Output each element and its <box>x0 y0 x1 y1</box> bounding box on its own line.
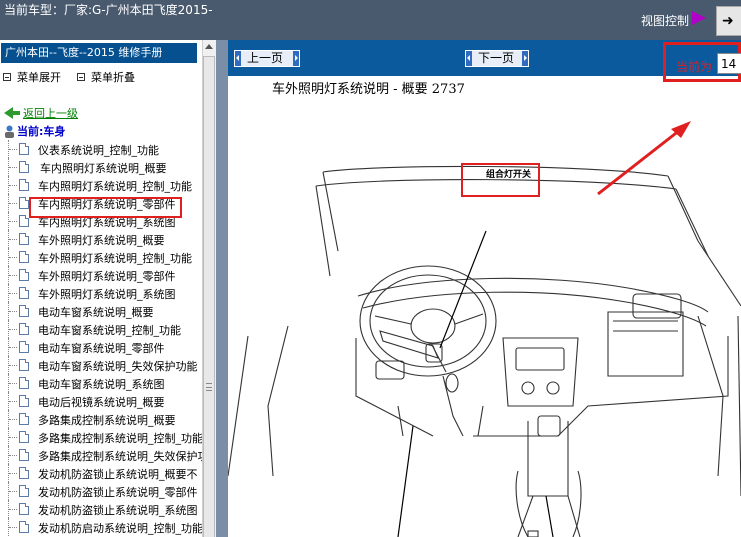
collapse-all-label: 菜单折叠 <box>91 71 135 84</box>
tree-item[interactable]: 车内照明灯系统说明_控制_功能 <box>0 176 204 194</box>
tree-item-label: 发动机防盗锁止系统说明_零部件 <box>38 486 198 499</box>
tree-item[interactable]: 发动机防盗锁止系统说明_系统图 <box>0 500 204 518</box>
document-icon <box>19 449 29 461</box>
tree-item[interactable]: 电动车窗系统说明_概要 <box>0 302 204 320</box>
tree-item[interactable]: 车外照明灯系统说明_控制_功能 <box>0 248 204 266</box>
dashboard-diagram <box>228 121 741 537</box>
scrollbar-grip-icon <box>206 383 212 391</box>
next-arrow-icon <box>522 51 528 66</box>
manual-title: 广州本田--飞度--2015 维修手册 <box>1 43 197 63</box>
tree-item[interactable]: 多路集成控制系统说明_控制_功能 <box>0 428 204 446</box>
document-icon <box>19 161 29 173</box>
current-node-label: 当前:车身 <box>17 125 66 138</box>
document-icon <box>19 359 29 371</box>
document-icon <box>19 323 29 335</box>
tree-item[interactable]: 车内照明灯系统说明_概要 <box>0 158 204 176</box>
forward-button[interactable]: ➜ <box>716 6 741 36</box>
collapse-icon <box>77 73 85 81</box>
tree-item[interactable]: 电动车窗系统说明_零部件 <box>0 338 204 356</box>
tree-item-label: 车外照明灯系统说明_控制_功能 <box>38 252 192 265</box>
tree-item-label: 车外照明灯系统说明_系统图 <box>38 288 176 301</box>
document-icon <box>19 251 29 263</box>
prev-page-label: 上一页 <box>247 51 284 65</box>
tree-item-label: 多路集成控制系统说明_概要 <box>38 414 176 427</box>
tree-item-label: 电动车窗系统说明_失效保护功能 <box>38 360 198 373</box>
tree-item-label: 发动机防盗锁止系统说明_系统图 <box>38 504 198 517</box>
document-icon <box>19 305 29 317</box>
tree-item-label: 电动后视镜系统说明_概要 <box>38 396 165 409</box>
tree-item[interactable]: 电动车窗系统说明_控制_功能 <box>0 320 204 338</box>
next-page-button[interactable]: 下一页 <box>465 50 529 67</box>
tree-item-label: 车内照明灯系统说明_概要 <box>40 162 167 175</box>
back-arrow-icon <box>4 107 13 119</box>
current-page-label: 当前为 <box>676 60 713 74</box>
selected-item-highlight <box>29 197 182 218</box>
tree-item[interactable]: 电动车窗系统说明_系统图 <box>0 374 204 392</box>
tree-item-label: 发动机防盗锁止系统说明_概要不 <box>38 468 198 481</box>
document-icon <box>19 215 29 227</box>
tree-item-label: 车内照明灯系统说明_控制_功能 <box>38 180 192 193</box>
next-page-label: 下一页 <box>478 51 515 65</box>
current-model-title: 当前车型：厂家:G-广州本田飞度2015- <box>4 3 213 17</box>
tree-item[interactable]: 电动车窗系统说明_失效保护功能 <box>0 356 204 374</box>
tree-item-label: 电动车窗系统说明_控制_功能 <box>38 324 181 337</box>
document-icon <box>19 485 29 497</box>
collapse-all-button[interactable]: 菜单折叠 <box>77 69 135 85</box>
tree-item-label: 电动车窗系统说明_零部件 <box>38 342 165 355</box>
view-control-label[interactable]: 视图控制 <box>641 12 689 29</box>
expand-icon <box>3 73 11 81</box>
tree-item-label: 车外照明灯系统说明_概要 <box>38 234 165 247</box>
document-icon <box>19 467 29 479</box>
top-bar: 当前车型：厂家:G-广州本田飞度2015- 视图控制 ➜ <box>0 0 741 40</box>
tree-item[interactable]: 电动后视镜系统说明_概要 <box>0 392 204 410</box>
document-icon <box>19 341 29 353</box>
tree-item-label: 电动车窗系统说明_系统图 <box>38 378 165 391</box>
document-icon <box>19 269 29 281</box>
view-control-arrow-icon[interactable] <box>692 11 706 25</box>
tree-item[interactable]: 车外照明灯系统说明_系统图 <box>0 284 204 302</box>
document-icon <box>19 503 29 515</box>
current-node: 当前:车身 <box>4 123 65 139</box>
document-icon <box>19 395 29 407</box>
current-page-input[interactable] <box>717 53 741 74</box>
tree-item[interactable]: 仪表系统说明_控制_功能 <box>0 140 204 158</box>
document-icon <box>19 521 29 533</box>
tree-item[interactable]: 发动机防启动系统说明_控制_功能 <box>0 518 204 536</box>
document-viewer: 上一页 下一页 车外照明灯系统说明 - 概要 2737 组合灯开关 当前为 14 <box>228 40 741 537</box>
pane-splitter[interactable] <box>216 40 228 537</box>
tree-item-label: 电动车窗系统说明_概要 <box>38 306 154 319</box>
tree-item[interactable]: 发动机防盗锁止系统说明_概要不 <box>0 464 204 482</box>
tree-item-label: 发动机防启动系统说明_控制_功能 <box>38 522 203 535</box>
tree-item-label: 仪表系统说明_控制_功能 <box>38 144 159 157</box>
sidebar-scrollbar-thumb[interactable] <box>203 56 215 537</box>
tree-item-label: 多路集成控制系统说明_控制_功能 <box>38 432 203 445</box>
expand-all-label: 菜单展开 <box>17 71 61 84</box>
document-icon <box>19 197 29 209</box>
document-icon <box>19 413 29 425</box>
callout-label: 组合灯开关 <box>486 170 532 180</box>
document-icon <box>19 143 29 155</box>
prev-page-button[interactable]: 上一页 <box>234 50 300 67</box>
tree-item[interactable]: 车外照明灯系统说明_概要 <box>0 230 204 248</box>
tree-item[interactable]: 发动机防盗锁止系统说明_零部件 <box>0 482 204 500</box>
back-up-link[interactable]: 返回上一级 <box>4 105 78 121</box>
tree-item-label: 车外照明灯系统说明_零部件 <box>38 270 176 283</box>
scroll-up-icon[interactable] <box>204 42 214 52</box>
person-node-icon <box>5 125 14 138</box>
tree-item[interactable]: 车外照明灯系统说明_零部件 <box>0 266 204 284</box>
tree-item[interactable]: 多路集成控制系统说明_概要 <box>0 410 204 428</box>
expand-all-button[interactable]: 菜单展开 <box>3 69 61 85</box>
sidebar: 广州本田--飞度--2015 维修手册 菜单展开 菜单折叠 返回上一级 当前:车… <box>0 40 216 537</box>
prev-arrow-icon <box>235 51 241 66</box>
document-icon <box>19 233 29 245</box>
document-icon <box>19 179 29 191</box>
back-up-label[interactable]: 返回上一级 <box>23 107 78 120</box>
document-icon <box>19 431 29 443</box>
document-icon <box>19 377 29 389</box>
tree-item-label: 多路集成控制系统说明_失效保护功能 <box>38 450 204 463</box>
tree-item[interactable]: 多路集成控制系统说明_失效保护功能 <box>0 446 204 464</box>
document-icon <box>19 287 29 299</box>
